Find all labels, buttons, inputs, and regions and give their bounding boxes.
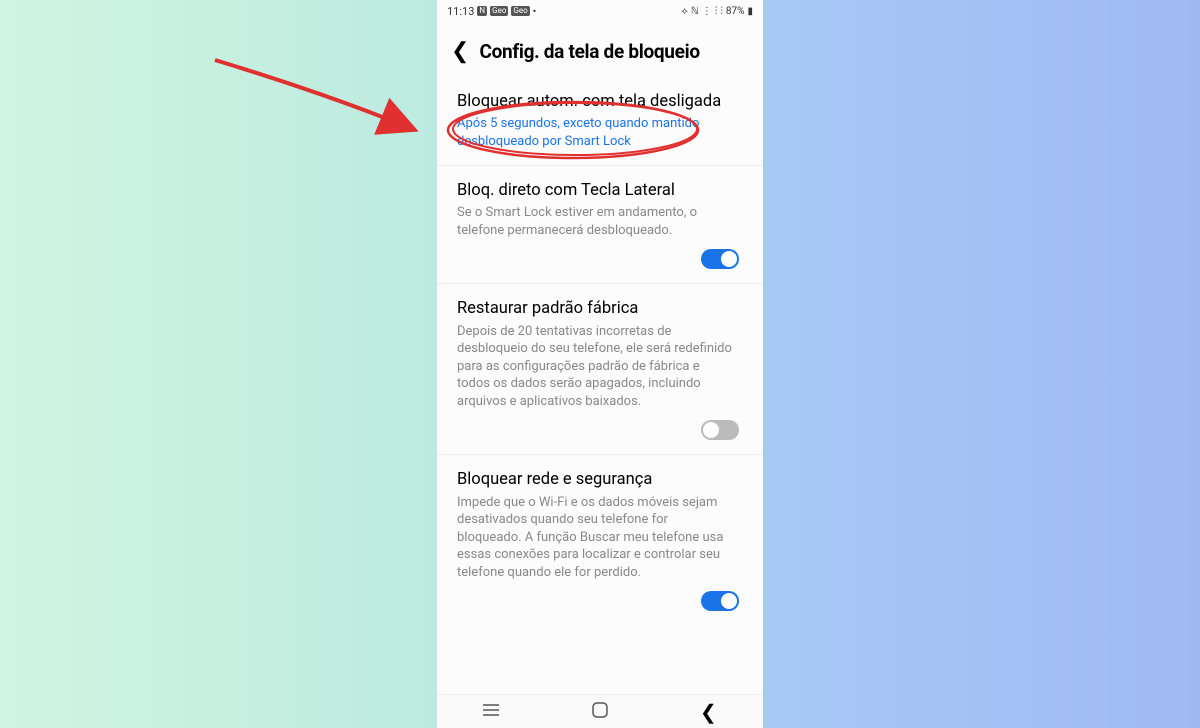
battery-text: 87%: [726, 6, 745, 17]
header: ❮ Config. da tela de bloqueio: [437, 22, 763, 77]
row-side-key[interactable]: Bloq. direto com Tecla Lateral Se o Smar…: [437, 166, 763, 285]
row-factory-reset[interactable]: Restaurar padrão fábrica Depois de 20 te…: [437, 284, 763, 455]
nav-home-button[interactable]: [592, 702, 608, 722]
row-side-key-title: Bloq. direto com Tecla Lateral: [457, 180, 743, 201]
clock: 11:13: [447, 5, 474, 18]
signal-1-icon: ⫶: [715, 6, 718, 17]
row-network-security-title: Bloquear rede e segurança: [457, 469, 743, 490]
row-network-security-sub: Impede que o Wi-Fi e os dados móveis sej…: [457, 494, 743, 582]
row-auto-lock[interactable]: Bloquear autom. com tela desligada Após …: [437, 77, 763, 166]
toggle-side-key[interactable]: [701, 249, 739, 269]
nav-recents-button[interactable]: [483, 702, 499, 721]
row-factory-reset-sub: Depois de 20 tentativas incorretas de de…: [457, 323, 743, 411]
notif-badge-2: Geo: [490, 6, 508, 16]
notif-badge-3: Geo: [511, 6, 529, 16]
row-factory-reset-title: Restaurar padrão fábrica: [457, 298, 743, 319]
page-title: Config. da tela de bloqueio: [479, 40, 699, 63]
row-auto-lock-sub: Após 5 segundos, exceto quando mantido d…: [457, 115, 743, 150]
bluetooth-icon: ⟡: [681, 6, 688, 17]
battery-icon: ▮: [747, 6, 753, 17]
phone-frame: 11:13 N Geo Geo • ⟡ ℕ ⋮ ⫶ ⫶ 87% ▮ ❮ Conf…: [437, 0, 763, 728]
signal-2-icon: ⫶: [720, 6, 723, 17]
row-side-key-sub: Se o Smart Lock estiver em andamento, o …: [457, 204, 743, 239]
nfc-icon: ℕ: [691, 6, 699, 17]
notif-badge-1: N: [477, 6, 487, 16]
annotation-arrow: [210, 55, 430, 155]
settings-list: Bloquear autom. com tela desligada Após …: [437, 77, 763, 694]
back-button[interactable]: ❮: [451, 41, 469, 63]
status-bar: 11:13 N Geo Geo • ⟡ ℕ ⋮ ⫶ ⫶ 87% ▮: [437, 0, 763, 22]
row-network-security[interactable]: Bloquear rede e segurança Impede que o W…: [437, 455, 763, 625]
toggle-factory-reset[interactable]: [701, 420, 739, 440]
wifi-icon: ⋮: [702, 6, 712, 17]
nav-bar: ❮: [437, 694, 763, 728]
toggle-network-security[interactable]: [701, 591, 739, 611]
nav-back-button[interactable]: ❮: [700, 700, 717, 724]
row-auto-lock-title: Bloquear autom. com tela desligada: [457, 91, 743, 112]
more-notif-dot: •: [533, 5, 537, 18]
